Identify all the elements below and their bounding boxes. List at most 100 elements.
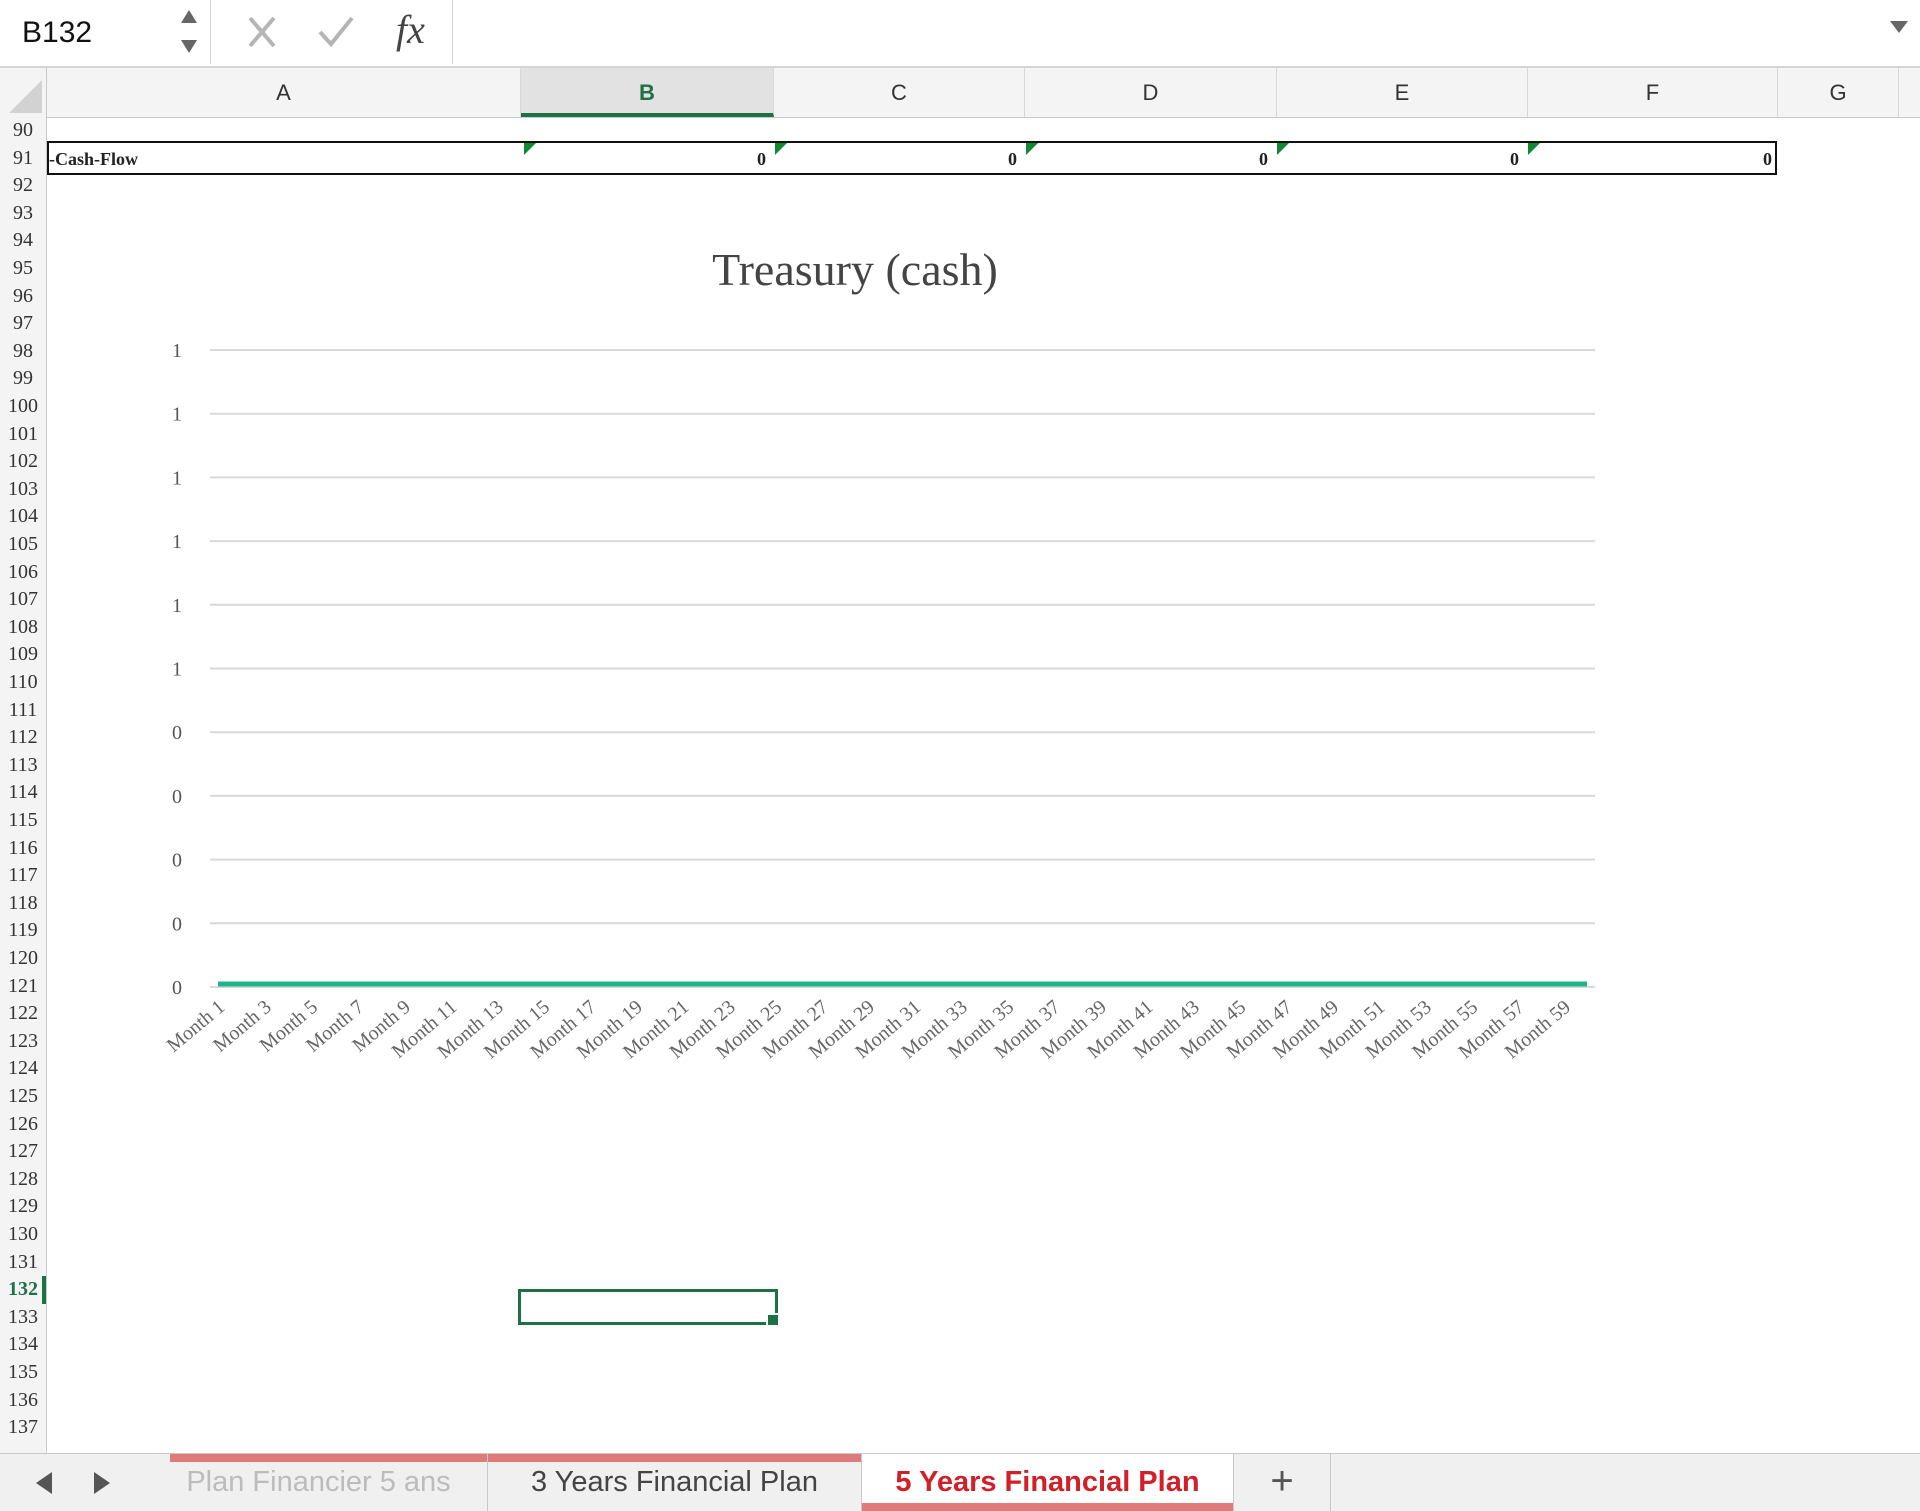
row-header-98[interactable]: 98 xyxy=(0,338,46,366)
column-header-bar: A B C D E F G xyxy=(0,68,1920,118)
row-header-114[interactable]: 114 xyxy=(0,779,46,807)
row-header-128[interactable]: 128 xyxy=(0,1166,46,1194)
row-header-92[interactable]: 92 xyxy=(0,172,46,200)
error-indicator-icon xyxy=(1026,143,1038,155)
tab-label: Plan Financier 5 ans xyxy=(186,1466,451,1498)
tab-color-strip xyxy=(170,1454,487,1462)
row-header-124[interactable]: 124 xyxy=(0,1055,46,1083)
scroll-tabs-left-icon[interactable] xyxy=(34,1470,54,1496)
row-header-115[interactable]: 115 xyxy=(0,807,46,835)
row-header-96[interactable]: 96 xyxy=(0,283,46,311)
tab-color-strip xyxy=(488,1454,861,1462)
row-header-127[interactable]: 127 xyxy=(0,1138,46,1166)
row-header-122[interactable]: 122 xyxy=(0,1000,46,1028)
y-tick-label: 0 xyxy=(172,786,182,808)
chart-title: Treasury (cash) xyxy=(712,244,998,295)
row-header-118[interactable]: 118 xyxy=(0,890,46,918)
row-header-bar: 90 91 92 93 94 95 96 97 98 99 100 101 102 103 104 105 10… xyxy=(0,117,47,1453)
active-row-marker xyxy=(42,1276,46,1304)
row-header-134[interactable]: 134 xyxy=(0,1331,46,1359)
formula-input[interactable] xyxy=(452,0,1860,64)
chart-canvas: Treasury (cash)11111100000Month 1Month 3… xyxy=(163,244,1595,1063)
row-header-136[interactable]: 136 xyxy=(0,1387,46,1415)
column-header-d[interactable]: D xyxy=(1025,68,1277,117)
cashflow-value: 0 xyxy=(1510,149,1519,169)
insert-function-button[interactable]: fx xyxy=(396,6,425,53)
row-header-132[interactable]: 132 xyxy=(0,1276,46,1304)
row-header-130[interactable]: 130 xyxy=(0,1221,46,1249)
cashflow-row-label: -Cash-Flow xyxy=(49,149,138,169)
column-header-a[interactable]: A xyxy=(47,68,521,117)
column-header-e[interactable]: E xyxy=(1277,68,1528,117)
row-header-116[interactable]: 116 xyxy=(0,835,46,863)
y-tick-label: 1 xyxy=(172,595,182,617)
row-header-107[interactable]: 107 xyxy=(0,586,46,614)
sheet-tab-bar: Plan Financier 5 ans 3 Years Financial P… xyxy=(0,1453,1920,1511)
row-header-101[interactable]: 101 xyxy=(0,421,46,449)
tab-label: 3 Years Financial Plan xyxy=(531,1466,818,1498)
row-header-91[interactable]: 91 xyxy=(0,145,46,173)
row-header-113[interactable]: 113 xyxy=(0,752,46,780)
row-header-109[interactable]: 109 xyxy=(0,641,46,669)
row-header-125[interactable]: 125 xyxy=(0,1083,46,1111)
row-header-90[interactable]: 90 xyxy=(0,117,46,145)
cashflow-row[interactable]: -Cash-Flow 0 0 0 0 0 xyxy=(47,141,1777,175)
select-all-corner[interactable] xyxy=(0,68,47,117)
row-header-120[interactable]: 120 xyxy=(0,945,46,973)
row-header-129[interactable]: 129 xyxy=(0,1193,46,1221)
fill-handle[interactable] xyxy=(766,1313,780,1327)
add-sheet-button[interactable]: + xyxy=(1234,1454,1331,1511)
error-indicator-icon xyxy=(1528,143,1540,155)
row-header-108[interactable]: 108 xyxy=(0,614,46,642)
name-box-stepper-icon[interactable] xyxy=(178,6,200,58)
scroll-tabs-right-icon[interactable] xyxy=(92,1470,112,1496)
row-header-106[interactable]: 106 xyxy=(0,559,46,587)
y-tick-label: 0 xyxy=(172,977,182,999)
row-header-121[interactable]: 121 xyxy=(0,973,46,1001)
y-tick-label: 1 xyxy=(172,531,182,553)
cashflow-value: 0 xyxy=(757,149,766,169)
cashflow-value: 0 xyxy=(1763,149,1772,169)
row-header-93[interactable]: 93 xyxy=(0,200,46,228)
cancel-entry-icon[interactable] xyxy=(246,10,278,54)
treasury-chart[interactable]: Treasury (cash) 1 1 1 1 1 1 0 0 0 0 0 Month 1 Month 3… xyxy=(140,237,1640,1097)
row-header-119[interactable]: 119 xyxy=(0,917,46,945)
row-header-137[interactable]: 137 xyxy=(0,1414,46,1442)
row-header-105[interactable]: 105 xyxy=(0,531,46,559)
tab-5-years-financial-plan[interactable]: 5 Years Financial Plan xyxy=(862,1454,1234,1511)
tab-plan-financier-5-ans[interactable]: Plan Financier 5 ans xyxy=(150,1454,488,1511)
column-header-f[interactable]: F xyxy=(1528,68,1778,117)
column-header-g[interactable]: G xyxy=(1778,68,1899,117)
y-tick-label: 1 xyxy=(172,340,182,362)
error-indicator-icon xyxy=(775,143,787,155)
row-header-133[interactable]: 133 xyxy=(0,1304,46,1332)
row-header-104[interactable]: 104 xyxy=(0,503,46,531)
error-indicator-icon xyxy=(524,143,536,155)
row-header-123[interactable]: 123 xyxy=(0,1028,46,1056)
row-header-102[interactable]: 102 xyxy=(0,448,46,476)
row-header-95[interactable]: 95 xyxy=(0,255,46,283)
name-box[interactable]: B132 xyxy=(0,0,211,64)
row-header-103[interactable]: 103 xyxy=(0,476,46,504)
row-header-135[interactable]: 135 xyxy=(0,1359,46,1387)
row-header-117[interactable]: 117 xyxy=(0,862,46,890)
row-header-126[interactable]: 126 xyxy=(0,1111,46,1139)
row-header-131[interactable]: 131 xyxy=(0,1249,46,1277)
selected-cell[interactable] xyxy=(518,1289,778,1325)
row-header-94[interactable]: 94 xyxy=(0,227,46,255)
row-header-100[interactable]: 100 xyxy=(0,393,46,421)
chevron-down-icon[interactable] xyxy=(1888,18,1910,36)
tab-label: 5 Years Financial Plan xyxy=(895,1466,1200,1498)
column-header-b[interactable]: B xyxy=(521,68,774,117)
column-header-c[interactable]: C xyxy=(774,68,1025,117)
tab-3-years-financial-plan[interactable]: 3 Years Financial Plan xyxy=(488,1454,862,1511)
row-header-97[interactable]: 97 xyxy=(0,310,46,338)
row-header-110[interactable]: 110 xyxy=(0,669,46,697)
confirm-entry-icon[interactable] xyxy=(316,10,356,54)
cashflow-value: 0 xyxy=(1008,149,1017,169)
row-header-111[interactable]: 111 xyxy=(0,697,46,725)
y-tick-label: 1 xyxy=(172,467,182,489)
row-header-112[interactable]: 112 xyxy=(0,724,46,752)
row-header-99[interactable]: 99 xyxy=(0,365,46,393)
error-indicator-icon xyxy=(1277,143,1289,155)
